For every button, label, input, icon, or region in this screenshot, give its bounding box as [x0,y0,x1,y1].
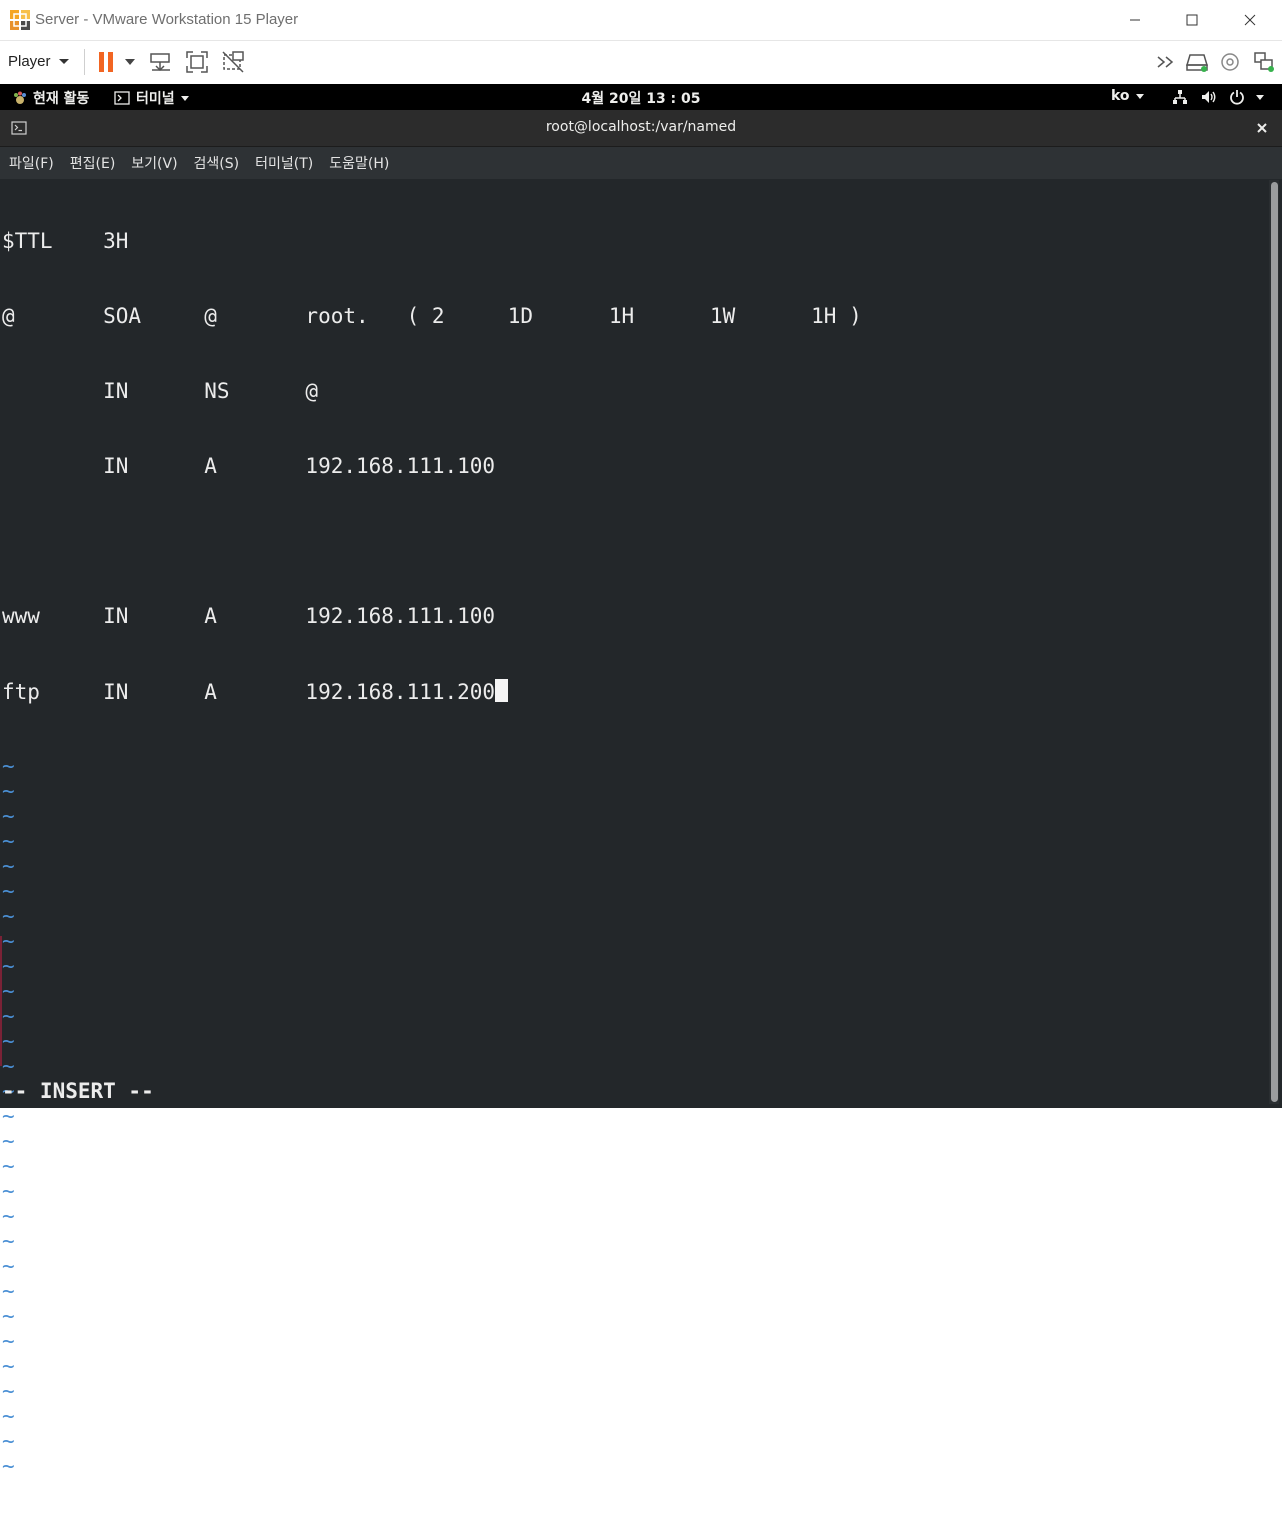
tilde-line: ~ [2,904,15,928]
chevron-down-icon [1135,93,1144,99]
pause-dropdown-button[interactable] [123,47,137,77]
tilde-line: ~ [2,854,15,878]
tilde-line: ~ [2,1404,15,1428]
more-devices-button[interactable] [1155,47,1177,77]
input-language-menu[interactable]: ko [1111,88,1144,104]
tilde-line: ~ [2,1429,15,1453]
tilde-line: ~ [2,1179,15,1203]
power-icon [1230,90,1244,105]
minimize-icon [1130,19,1140,21]
buffer-line-cursor: ftp IN A 192.168.111.200 [2,679,862,704]
close-icon [1257,123,1267,133]
tilde-line: ~ [2,829,15,853]
fullscreen-icon [186,51,208,73]
tilde-line: ~ [2,979,15,1003]
buffer-line: $TTL 3H [2,229,129,253]
tilde-line: ~ [2,1204,15,1228]
tilde-line: ~ [2,754,15,778]
buffer-line: @ SOA @ root. ( 2 1D 1H 1W 1H ) [2,304,862,328]
player-menu-label: Player [8,52,51,70]
network-wired-icon[interactable] [1172,89,1188,105]
tilde-line: ~ [2,1454,15,1478]
tilde-line: ~ [2,1054,15,1078]
terminal-header-bar: root@localhost:/var/named [0,110,1282,147]
terminal-scrollbar-thumb[interactable] [1271,182,1278,1102]
maximize-button[interactable] [1163,0,1221,40]
keyboard-send-icon [150,53,170,72]
tilde-line: ~ [2,1004,15,1028]
empty-lines: ~ ~ ~ ~ ~ ~ ~ ~ ~ ~ ~ ~ ~ ~ ~ ~ ~ ~ ~ ~ ~ ~ ~ ~ ~ ~ ~ ~ ~ [2,754,862,1479]
tilde-line: ~ [2,1329,15,1353]
vim-buffer[interactable]: $TTL 3H @ SOA @ root. ( 2 1D 1H 1W 1H ) … [2,179,862,1529]
chevron-down-icon [125,59,135,65]
toolbar-divider [84,49,85,75]
pause-icon [99,52,113,72]
buffer-line [2,529,862,554]
terminal-close-button[interactable] [1254,120,1270,136]
menu-file[interactable]: 파일(F) [0,147,62,179]
text-cursor [495,679,509,702]
minimize-button[interactable] [1106,0,1164,40]
buffer-line: www IN A 192.168.111.100 [2,604,496,628]
input-language-label: ko [1111,88,1130,104]
terminal-menu-bar: 파일(F) 편집(E) 보기(V) 검색(S) 터미널(T) 도움말(H) [0,147,1282,179]
terminal-title: root@localhost:/var/named [545,119,737,135]
tilde-line: ~ [2,1379,15,1403]
system-menu[interactable] [1229,89,1264,105]
unity-button[interactable] [219,47,247,77]
tilde-line: ~ [2,1154,15,1178]
clock[interactable]: 4월 20일 13 : 05 [0,88,1282,108]
vmware-logo-icon [10,10,30,30]
gnome-top-bar: 현재 활동 터미널 4월 20일 13 : 05 ko [0,84,1282,110]
maximize-icon [1186,14,1198,26]
menu-edit[interactable]: 편집(E) [62,147,124,179]
unity-disabled-icon [222,51,244,73]
left-edge-marker [0,936,2,1066]
fit-guest-button[interactable] [183,47,211,77]
send-ctrl-alt-del-button[interactable] [147,47,175,77]
terminal-body[interactable]: $TTL 3H @ SOA @ root. ( 2 1D 1H 1W 1H ) … [0,179,1282,1478]
volume-icon[interactable] [1201,89,1217,105]
menu-terminal[interactable]: 터미널(T) [247,147,321,179]
tilde-line: ~ [2,779,15,803]
tilde-line: ~ [2,1129,15,1153]
buffer-line: IN A 192.168.111.100 [2,454,496,478]
tilde-line: ~ [2,1354,15,1378]
cd-device-button[interactable] [1219,47,1241,77]
network-device-button[interactable] [1253,47,1275,77]
tilde-line: ~ [2,1229,15,1253]
buffer-line-text: ftp IN A 192.168.111.200 [2,680,496,704]
network-adapter-icon [1254,52,1274,72]
menu-search[interactable]: 검색(S) [186,147,248,179]
vmware-toolbar: Player [0,41,1282,83]
tilde-line: ~ [2,1029,15,1053]
window-title: Server - VMware Workstation 15 Player [35,11,299,28]
pause-button[interactable] [95,47,117,77]
close-button[interactable] [1221,0,1279,40]
tilde-line: ~ [2,879,15,903]
buffer-line: IN NS @ [2,379,319,403]
menu-help[interactable]: 도움말(H) [321,147,397,179]
vim-mode-status: -- INSERT -- [2,1079,154,1103]
tilde-line: ~ [2,804,15,828]
chevron-down-icon [1256,94,1264,100]
player-menu-button[interactable]: Player [8,49,69,73]
vmware-title-bar: Server - VMware Workstation 15 Player [0,0,1282,41]
tilde-line: ~ [2,1254,15,1278]
close-icon [1244,14,1256,26]
menu-view[interactable]: 보기(V) [123,147,185,179]
tilde-line: ~ [2,954,15,978]
double-chevron-right-icon [1157,56,1174,68]
tilde-line: ~ [2,1279,15,1303]
tilde-line: ~ [2,1304,15,1328]
tilde-line: ~ [2,929,15,953]
hard-disk-device-button[interactable] [1185,47,1209,77]
cd-icon [1221,53,1239,71]
chevron-down-icon [58,58,69,64]
hard-disk-icon [1185,54,1209,72]
